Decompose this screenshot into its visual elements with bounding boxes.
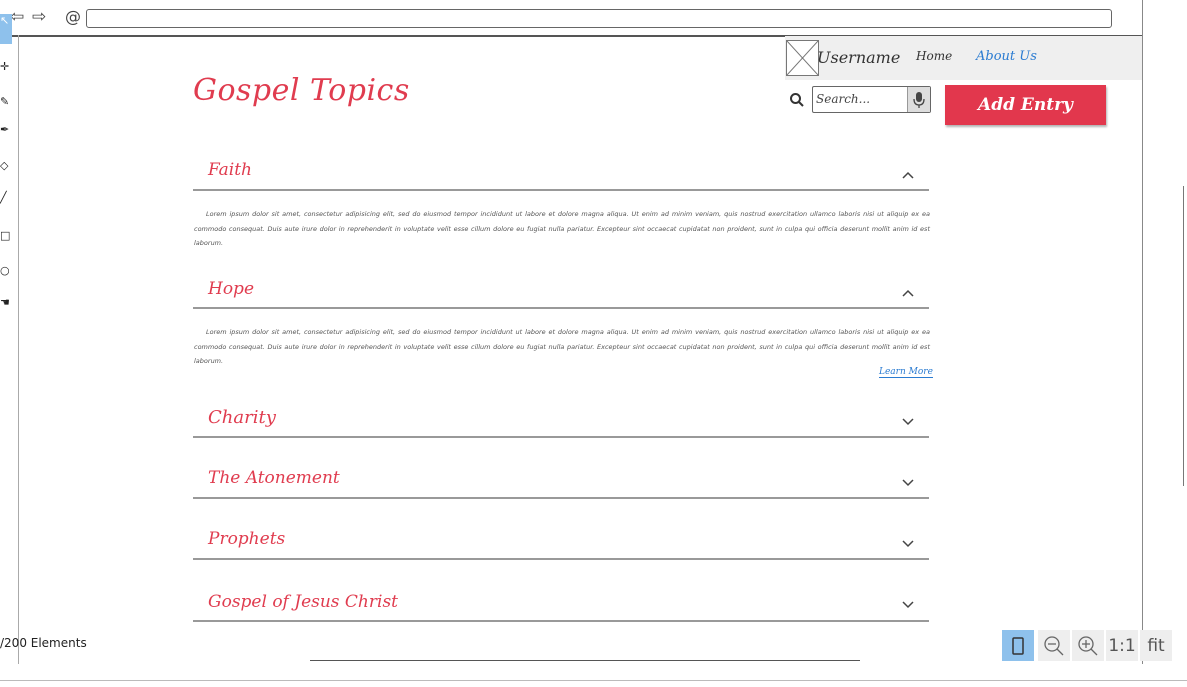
ellipse-tool-icon[interactable]: ○: [0, 264, 12, 278]
tool-palette: ↖ ✛ ✎ ✒ ◇ ╱ □ ○ ☚: [0, 10, 14, 330]
accordion-header-gospel-of-jesus-christ[interactable]: Gospel of Jesus Christ: [193, 586, 929, 622]
device-view-icon[interactable]: [1002, 630, 1034, 661]
elements-count: /200 Elements: [0, 636, 87, 650]
line-tool-icon[interactable]: ╱: [0, 191, 12, 205]
username-label[interactable]: Username: [817, 48, 900, 67]
nav-home-link[interactable]: Home: [916, 49, 952, 63]
search-input[interactable]: [816, 89, 904, 108]
search-icon[interactable]: [789, 92, 805, 112]
chevron-down-icon: [902, 479, 914, 487]
forward-arrow-icon[interactable]: ⇨: [32, 8, 46, 26]
accordion-title: Charity: [208, 407, 276, 428]
accordion-header-prophets[interactable]: Prophets: [193, 524, 929, 560]
bottom-divider: [0, 680, 1187, 681]
accordion-title: Faith: [208, 160, 252, 180]
pencil-tool-icon[interactable]: ✎: [0, 95, 12, 109]
accordion-title: The Atonement: [208, 468, 340, 488]
horizontal-scrollbar[interactable]: [310, 660, 860, 661]
page-title: Gospel Topics: [193, 73, 410, 108]
zoom-fit-button[interactable]: fit: [1140, 630, 1172, 661]
chevron-down-icon: [902, 601, 914, 609]
accordion-title: Gospel of Jesus Christ: [208, 592, 399, 612]
pen-tool-icon[interactable]: ✒: [0, 123, 12, 137]
chevron-down-icon: [902, 540, 914, 548]
chevron-up-icon: [902, 171, 914, 179]
at-sign-icon: @: [65, 7, 81, 26]
hand-tool-icon[interactable]: ☚: [0, 296, 12, 310]
selection-tool-icon[interactable]: ↖: [0, 14, 12, 44]
search-box: [812, 86, 931, 113]
zoom-actual-size-button[interactable]: 1:1: [1106, 630, 1138, 661]
accordion-body-faith: Lorem ipsum dolor sit amet, consectetur …: [194, 210, 930, 247]
window-border-left: [18, 35, 19, 664]
avatar-placeholder-icon: [786, 40, 819, 76]
accordion-header-atonement[interactable]: The Atonement: [193, 463, 929, 499]
rectangle-tool-icon[interactable]: □: [0, 229, 12, 243]
accordion-title: Prophets: [208, 529, 286, 549]
accordion-header-faith[interactable]: Faith: [193, 155, 929, 191]
pointer-tool-icon[interactable]: ✛: [0, 60, 12, 74]
url-bar[interactable]: [86, 9, 1112, 28]
vertical-scrollbar[interactable]: [1183, 186, 1184, 486]
accordion-header-hope[interactable]: Hope: [193, 274, 929, 309]
accordion-title: Hope: [208, 279, 255, 299]
accordion-body-hope: Lorem ipsum dolor sit amet, consectetur …: [194, 328, 930, 365]
window-border-right: [1142, 0, 1143, 664]
chevron-down-icon: [902, 418, 914, 426]
diamond-tool-icon[interactable]: ◇: [0, 159, 12, 173]
zoom-out-icon[interactable]: [1038, 630, 1070, 661]
add-entry-button[interactable]: Add Entry: [945, 85, 1106, 125]
nav-about-link[interactable]: About Us: [976, 49, 1037, 64]
chevron-up-icon: [902, 289, 914, 297]
accordion-header-charity[interactable]: Charity: [193, 402, 929, 438]
learn-more-link[interactable]: Learn More: [879, 367, 933, 378]
microphone-icon[interactable]: [907, 87, 930, 112]
zoom-in-icon[interactable]: [1072, 630, 1104, 661]
